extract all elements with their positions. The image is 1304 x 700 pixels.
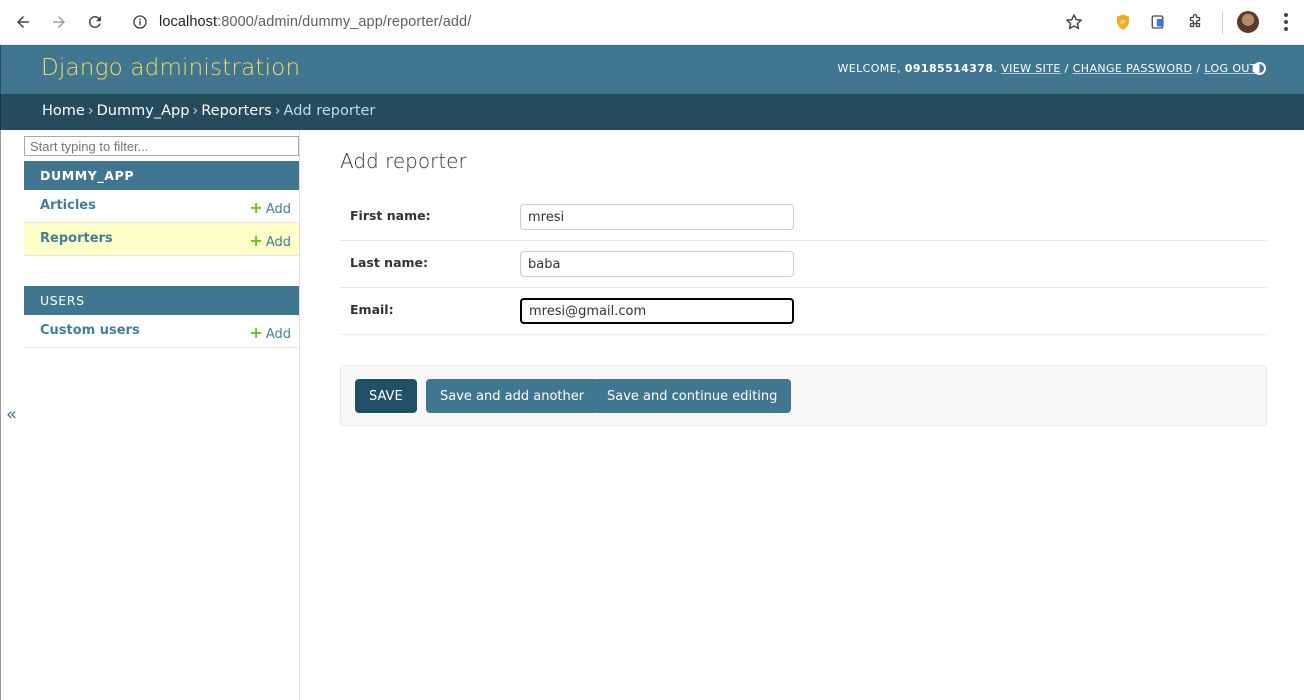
user-tools: Welcome, 09185514378. View site / Change…: [837, 62, 1257, 75]
page-title: Add reporter: [340, 149, 467, 173]
view-site-link[interactable]: View site: [1001, 62, 1061, 75]
log-out-link[interactable]: Log out: [1204, 62, 1257, 75]
last-name-label: Last name:: [350, 255, 429, 270]
forward-icon[interactable]: [41, 4, 77, 40]
welcome-text: Welcome,: [837, 62, 901, 75]
plus-icon: +: [249, 231, 263, 250]
model-link-reporters[interactable]: Reporters: [40, 231, 113, 246]
module-caption-dummy-app[interactable]: DUMMY_APP: [24, 161, 299, 190]
breadcrumb-current: Add reporter: [283, 103, 376, 119]
breadcrumb: Home › Dummy_App › Reporters › Add reporter: [0, 94, 1304, 130]
save-and-add-another-button[interactable]: Save and add another: [426, 379, 599, 413]
email-label: Email:: [350, 302, 394, 317]
plus-icon: +: [249, 198, 263, 217]
change-password-link[interactable]: Change password: [1073, 62, 1193, 75]
breadcrumb-model[interactable]: Reporters: [201, 103, 272, 119]
sidebar-item-reporters: Reporters + Add: [24, 223, 299, 256]
username: 09185514378: [904, 62, 994, 75]
browser-toolbar: localhost:8000/admin/dummy_app/reporter/…: [0, 0, 1304, 45]
breadcrumb-app[interactable]: Dummy_App: [97, 103, 190, 119]
extensions-puzzle-icon[interactable]: [1183, 10, 1207, 34]
sidebar-item-custom-users: Custom users + Add: [24, 315, 299, 348]
last-name-field[interactable]: [520, 251, 794, 277]
theme-toggle-icon[interactable]: [1253, 62, 1266, 75]
toggle-sidebar-button[interactable]: «: [6, 404, 17, 425]
model-link-articles[interactable]: Articles: [40, 198, 96, 213]
add-custom-users-link[interactable]: + Add: [249, 323, 291, 342]
submit-row: SAVE Save and add another Save and conti…: [340, 365, 1267, 426]
save-button[interactable]: SAVE: [355, 379, 417, 413]
window-edge: [0, 130, 1, 700]
save-and-continue-button[interactable]: Save and continue editing: [593, 379, 792, 413]
form-row-first-name: First name:: [340, 194, 1267, 241]
form-row-email: Email:: [340, 288, 1267, 335]
address-bar[interactable]: localhost:8000/admin/dummy_app/reporter/…: [122, 5, 1096, 39]
sidebar-item-articles: Articles + Add: [24, 190, 299, 223]
site-header: Django administration Welcome, 091855143…: [0, 45, 1304, 94]
form-row-last-name: Last name:: [340, 241, 1267, 288]
model-link-custom-users[interactable]: Custom users: [40, 323, 140, 338]
extension-shield-icon[interactable]: IP: [1111, 10, 1135, 34]
browser-menu-icon[interactable]: [1276, 11, 1296, 33]
url-text: localhost:8000/admin/dummy_app/reporter/…: [159, 14, 472, 30]
extension-translate-icon[interactable]: [1147, 10, 1171, 34]
back-icon[interactable]: [5, 4, 41, 40]
add-articles-link[interactable]: + Add: [249, 198, 291, 217]
first-name-field[interactable]: [520, 204, 794, 230]
breadcrumb-home[interactable]: Home: [42, 103, 85, 119]
toolbar-divider: [1222, 12, 1223, 34]
add-reporters-link[interactable]: + Add: [249, 231, 291, 250]
svg-text:IP: IP: [1120, 19, 1126, 26]
bookmark-star-icon[interactable]: [1064, 12, 1084, 32]
reload-icon[interactable]: [77, 4, 113, 40]
email-field[interactable]: [520, 298, 794, 324]
site-info-icon[interactable]: [125, 7, 155, 37]
profile-avatar[interactable]: [1237, 11, 1259, 33]
plus-icon: +: [249, 323, 263, 342]
sidebar: DUMMY_APP Articles +Add Reporters +Add U…: [23, 130, 300, 700]
nav-filter-input[interactable]: [24, 136, 299, 156]
first-name-label: First name:: [350, 208, 431, 223]
site-branding[interactable]: Django administration: [41, 55, 300, 81]
module-caption-users[interactable]: USERS: [24, 286, 299, 315]
